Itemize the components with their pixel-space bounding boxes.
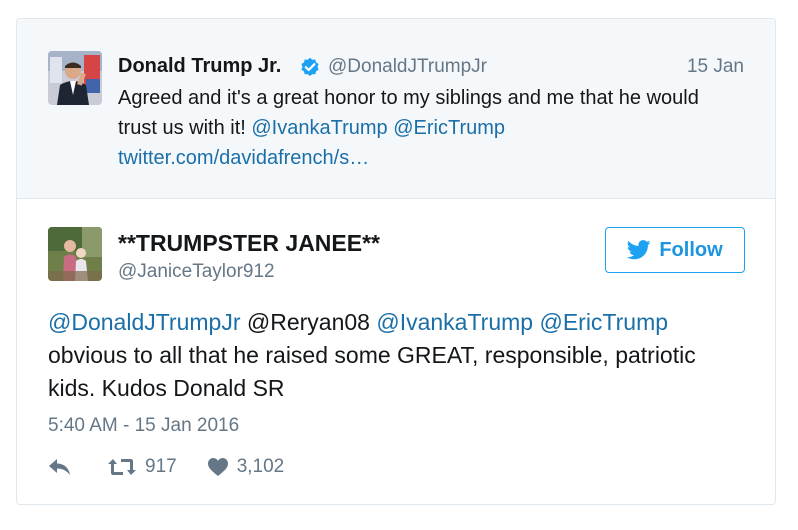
tweet-text-line-2: obvious to all that he raised some GREAT… [48,342,696,368]
tweet-timestamp[interactable]: 5:40 AM - 15 Jan 2016 [48,415,239,437]
retweet-button[interactable]: 917 [107,456,177,478]
like-button[interactable]: 3,102 [207,456,285,478]
tweet-text: @DonaldJTrumpJr @Reryan08 @IvankaTrump @… [48,306,758,405]
verified-badge-icon [301,57,319,76]
quoted-author-handle[interactable]: @DonaldJTrumpJr [328,56,487,78]
retweet-count: 917 [145,456,177,477]
heart-icon [207,458,228,476]
tweet-card: Donald Trump Jr. @DonaldJTrumpJr 15 Jan … [16,18,776,505]
mention-link[interactable]: @IvankaTrump [251,117,387,139]
quoted-tweet-text: Agreed and it's a great honor to my sibl… [118,83,758,173]
quoted-author-name[interactable]: Donald Trump Jr. [118,55,281,78]
quoted-text-line-1: Agreed and it's a great honor to my sibl… [118,87,699,109]
action-bar: 917 3,102 [48,455,284,479]
quoted-tweet[interactable]: Donald Trump Jr. @DonaldJTrumpJr 15 Jan … [17,19,775,199]
mention-link[interactable]: @EricTrump [539,309,668,335]
author-handle[interactable]: @JaniceTaylor912 [118,261,275,283]
quoted-author-avatar[interactable] [48,51,102,105]
quoted-tweet-date[interactable]: 15 Jan [687,56,744,78]
mention-link[interactable]: @EricTrump [393,117,505,139]
like-count: 3,102 [236,456,285,477]
quoted-text-prefix: trust us with it! [118,117,246,139]
author-name[interactable]: **TRUMPSTER JANEE** [118,230,380,257]
tweet-text-line-3: kids. Kudos Donald SR [48,375,285,401]
reply-icon [49,459,70,475]
mention-link[interactable]: @DonaldJTrumpJr [48,309,241,335]
retweet-icon [108,459,136,475]
twitter-bird-icon [627,240,651,260]
mention-link[interactable]: @IvankaTrump [376,309,533,335]
follow-label: Follow [659,238,723,261]
author-avatar[interactable] [48,227,102,281]
quoted-url-link[interactable]: twitter.com/davidafrench/s… [118,143,758,173]
mention-text[interactable]: @Reryan08 [247,309,370,335]
follow-button[interactable]: Follow [605,227,745,273]
reply-button[interactable] [48,458,74,476]
quoted-text-line-2: trust us with it! @IvankaTrump @EricTrum… [118,113,758,143]
tweet-text-line-1: @DonaldJTrumpJr @Reryan08 @IvankaTrump @… [48,306,758,339]
